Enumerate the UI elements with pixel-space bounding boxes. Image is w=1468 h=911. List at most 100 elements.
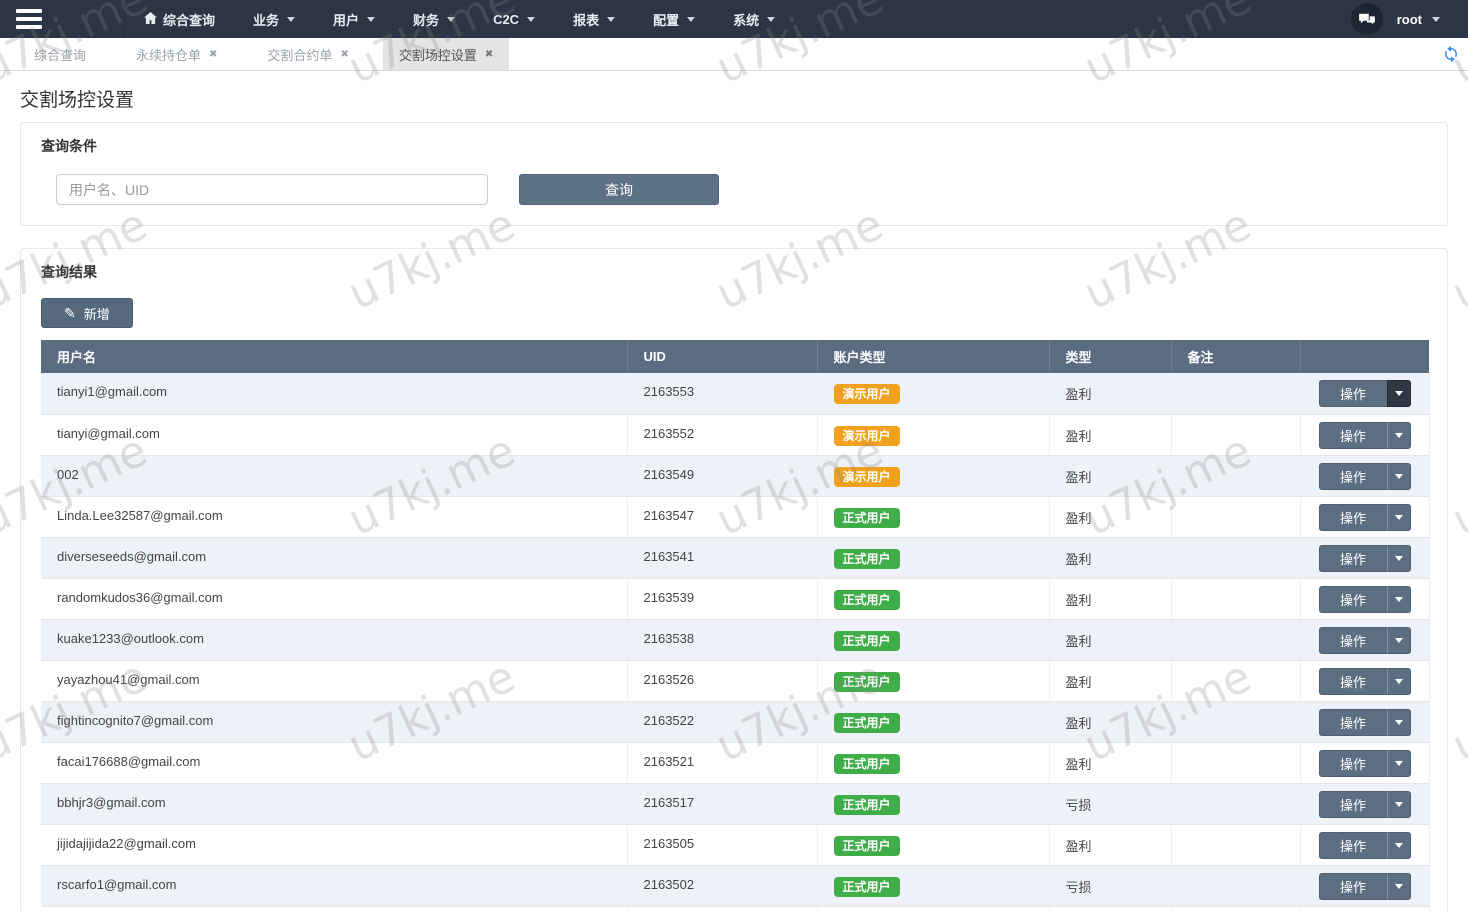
action-button-group: 操作 <box>1318 708 1411 736</box>
cell-type: 盈利 <box>1049 414 1172 456</box>
hamburger-menu-icon <box>16 9 42 29</box>
cell-account-type: 演示用户 <box>817 373 1050 415</box>
cell-type: 盈利 <box>1049 578 1172 620</box>
search-button[interactable]: 查询 <box>519 174 719 205</box>
action-button[interactable]: 操作 <box>1318 626 1387 654</box>
nav-menu-5[interactable]: C2C <box>474 0 554 38</box>
chevron-down-icon <box>1394 637 1403 643</box>
action-dropdown-button[interactable] <box>1386 380 1411 407</box>
cell-uid: 2163526 <box>627 660 818 702</box>
cell-note <box>1171 906 1301 911</box>
column-header-4: 类型 <box>1049 340 1172 373</box>
tab-2[interactable]: 永续持仓单 ✖ <box>120 38 233 70</box>
action-button[interactable]: 操作 <box>1318 421 1387 449</box>
table-row: Linda.Lee32587@gmail.com 2163547 正式用户 盈利 操作 <box>41 496 1430 538</box>
action-button[interactable]: 操作 <box>1318 585 1387 613</box>
action-button[interactable]: 操作 <box>1318 790 1387 818</box>
navbar-right: root <box>1350 0 1468 38</box>
table-header-row: 用户名 UID 账户类型 类型 备注 <box>41 340 1430 373</box>
results-panel: 查询结果 ✎ 新增 用户名 UID 账户类型 类型 备注 tianyi1@gmail.c… <box>20 248 1448 911</box>
chat-button[interactable] <box>1350 3 1383 35</box>
close-icon[interactable]: ✖ <box>340 49 348 60</box>
action-button[interactable]: 操作 <box>1318 544 1387 572</box>
action-button-group: 操作 <box>1318 667 1411 695</box>
nav-menu-6[interactable]: 报表 <box>554 0 634 38</box>
cell-uid: 2163541 <box>627 537 818 579</box>
action-button[interactable]: 操作 <box>1318 749 1387 777</box>
nav-menu-label: C2C <box>493 11 520 27</box>
cell-uid: 2163549 <box>627 455 818 497</box>
tab-1[interactable]: 综合查询 <box>18 38 102 70</box>
table-row: yayazhou41@gmail.com 2163526 正式用户 盈利 操作 <box>41 660 1430 702</box>
cell-actions: 操作 <box>1300 824 1430 866</box>
action-button-group: 操作 <box>1318 380 1411 407</box>
account-type-badge: 正式用户 <box>833 712 900 733</box>
action-button[interactable]: 操作 <box>1318 503 1387 531</box>
nav-menu-8[interactable]: 系统 <box>714 0 794 38</box>
action-button-group: 操作 <box>1318 503 1411 531</box>
table-row: 002 2163549 演示用户 盈利 操作 <box>41 455 1430 497</box>
top-navbar: 综合查询 业务 用户 财务 C2C 报表 配置 系统 root <box>0 0 1468 38</box>
tab-4[interactable]: 交割场控设置 ✖ <box>382 38 510 70</box>
cell-note <box>1171 373 1301 415</box>
nav-menu-3[interactable]: 用户 <box>314 0 394 38</box>
nav-menu-1[interactable]: 综合查询 <box>125 0 234 38</box>
action-button[interactable]: 操作 <box>1318 708 1387 736</box>
action-button[interactable]: 操作 <box>1318 462 1387 490</box>
cell-account-type: 演示用户 <box>817 414 1050 456</box>
cell-type: 盈利 <box>1049 742 1172 784</box>
cell-username: diverseseeds@gmail.com <box>41 537 628 579</box>
action-dropdown-button[interactable] <box>1386 462 1411 490</box>
action-dropdown-button[interactable] <box>1386 503 1411 531</box>
account-type-badge: 正式用户 <box>833 507 900 528</box>
column-header-6 <box>1300 340 1430 373</box>
cell-account-type: 正式用户 <box>817 496 1050 538</box>
cell-username: tianyi1@gmail.com <box>41 373 628 415</box>
search-input[interactable] <box>56 174 488 205</box>
cell-type: 盈利 <box>1049 824 1172 866</box>
action-button-group: 操作 <box>1318 626 1411 654</box>
action-button[interactable]: 操作 <box>1318 831 1387 859</box>
tab-3[interactable]: 交割合约单 ✖ <box>251 38 364 70</box>
table-row: tianyi1@gmail.com 2163553 演示用户 盈利 操作 <box>41 373 1430 415</box>
action-button[interactable]: 操作 <box>1318 380 1387 407</box>
action-dropdown-button[interactable] <box>1386 626 1411 654</box>
action-dropdown-button[interactable] <box>1386 872 1411 900</box>
action-dropdown-button[interactable] <box>1386 790 1411 818</box>
nav-menu-4[interactable]: 财务 <box>394 0 474 38</box>
action-button[interactable]: 操作 <box>1318 872 1387 900</box>
cell-account-type: 正式用户 <box>817 906 1050 911</box>
column-header-5: 备注 <box>1171 340 1301 373</box>
cell-type: 亏损 <box>1049 783 1172 825</box>
chevron-down-icon <box>1394 801 1403 807</box>
action-button-group: 操作 <box>1318 831 1411 859</box>
table-row: rscarfo1@gmail.com 2163502 正式用户 亏损 操作 <box>41 865 1430 907</box>
close-icon[interactable]: ✖ <box>485 49 493 60</box>
cell-username: 7329959875 <box>41 906 628 911</box>
action-button[interactable]: 操作 <box>1318 667 1387 695</box>
nav-menu-7[interactable]: 配置 <box>634 0 714 38</box>
user-menu[interactable]: root <box>1397 12 1440 27</box>
action-dropdown-button[interactable] <box>1386 421 1411 449</box>
close-icon[interactable]: ✖ <box>209 49 217 60</box>
table-row: kuake1233@outlook.com 2163538 正式用户 盈利 操作 <box>41 619 1430 661</box>
action-dropdown-button[interactable] <box>1386 667 1411 695</box>
cell-type: 盈利 <box>1049 660 1172 702</box>
nav-menu-2[interactable]: 业务 <box>234 0 314 38</box>
cell-type: 盈利 <box>1049 701 1172 743</box>
cell-username: facai176688@gmail.com <box>41 742 628 784</box>
action-dropdown-button[interactable] <box>1386 708 1411 736</box>
action-dropdown-button[interactable] <box>1386 749 1411 777</box>
action-dropdown-button[interactable] <box>1386 831 1411 859</box>
action-dropdown-button[interactable] <box>1386 544 1411 572</box>
cell-username: Linda.Lee32587@gmail.com <box>41 496 628 538</box>
sidebar-toggle-button[interactable] <box>0 0 125 38</box>
cell-uid: 2163521 <box>627 742 818 784</box>
account-type-badge: 演示用户 <box>833 425 900 446</box>
action-dropdown-button[interactable] <box>1386 585 1411 613</box>
cell-uid: 2163505 <box>627 824 818 866</box>
cell-uid: 2163553 <box>627 373 818 415</box>
add-button[interactable]: ✎ 新增 <box>41 298 133 328</box>
account-type-badge: 演示用户 <box>833 384 900 404</box>
refresh-tab-button[interactable] <box>1442 45 1462 65</box>
